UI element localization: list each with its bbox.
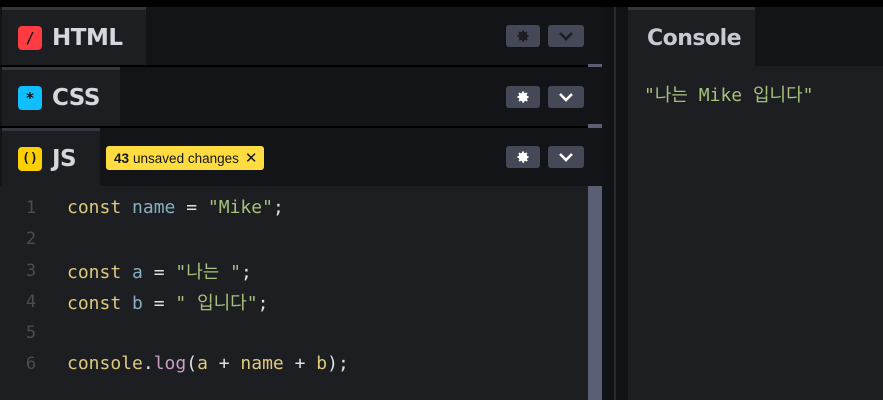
css-settings-button[interactable] — [506, 85, 540, 108]
resize-divider[interactable] — [602, 7, 628, 400]
css-icon: * — [18, 86, 42, 110]
gear-icon — [517, 90, 529, 103]
js-panel-title: JS — [52, 145, 77, 172]
console-title: Console — [647, 25, 742, 51]
code-text: const a = "나는 "; — [67, 261, 252, 283]
js-panel-tab[interactable]: () JS — [2, 128, 100, 186]
html-settings-button[interactable] — [506, 25, 540, 47]
css-panel-tab[interactable]: * CSS — [2, 67, 120, 126]
js-icon: () — [18, 146, 42, 171]
js-panel-header: () JS — [0, 128, 602, 186]
console-tab[interactable]: Console — [628, 7, 755, 66]
chevron-down-icon — [559, 153, 573, 162]
js-settings-button[interactable] — [506, 146, 540, 168]
unsaved-count: 43 — [114, 150, 130, 166]
html-icon: / — [18, 25, 42, 50]
console-panel: Console "나는 Mike 입니다" — [628, 7, 883, 400]
line-number: 5 — [25, 322, 37, 343]
close-icon[interactable]: ✕ — [245, 149, 258, 167]
html-panel-title: HTML — [52, 24, 123, 51]
gear-icon — [517, 30, 529, 42]
css-panel-header: * CSS — [0, 67, 602, 126]
html-collapse-button[interactable] — [548, 25, 584, 47]
unsaved-changes-badge[interactable]: 43 unsaved changes ✕ — [106, 146, 265, 170]
html-panel-header: / HTML — [0, 7, 602, 65]
code-text: const b = " 입니다"; — [67, 292, 269, 314]
js-scrollbar[interactable] — [588, 186, 602, 400]
line-number: 1 — [25, 197, 37, 218]
code-text: const name = "Mike"; — [67, 197, 284, 218]
js-code-editor[interactable]: 1 const name = "Mike"; 2 3 const a = "나는… — [0, 186, 588, 400]
console-output: "나는 Mike 입니다" — [644, 85, 814, 106]
line-number: 3 — [25, 260, 37, 281]
css-collapse-button[interactable] — [548, 85, 584, 108]
line-number: 4 — [25, 291, 37, 312]
chevron-down-icon — [559, 32, 573, 41]
line-number: 2 — [25, 228, 37, 249]
resize-grip — [614, 7, 616, 400]
line-number: 6 — [25, 353, 37, 374]
html-panel-tab[interactable]: / HTML — [2, 7, 146, 65]
js-collapse-button[interactable] — [548, 146, 584, 168]
gear-icon — [517, 151, 529, 163]
css-panel-title: CSS — [52, 85, 100, 111]
code-text: console.log(a + name + b); — [67, 353, 349, 374]
unsaved-text: unsaved changes — [133, 150, 239, 166]
chevron-down-icon — [559, 92, 573, 102]
